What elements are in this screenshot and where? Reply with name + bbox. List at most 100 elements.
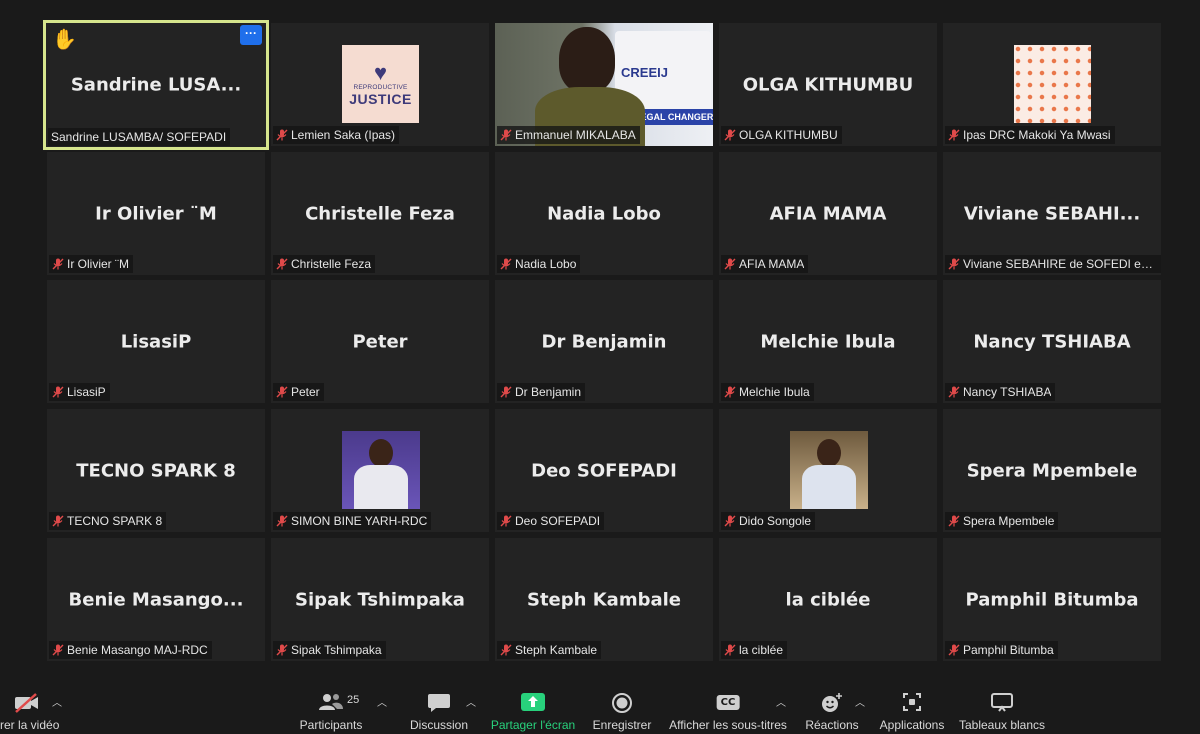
creeij-logo-text: CREEIJ xyxy=(621,65,668,80)
participant-tile[interactable]: Viviane SEBAHI... Viviane SEBAHIRE de SOF… xyxy=(943,152,1161,275)
participant-center-name: Steph Kambale xyxy=(526,589,681,610)
participant-name-tag: Viviane SEBAHIRE de SOFEDI en R... xyxy=(945,255,1161,273)
toolbar-share-screen-button[interactable]: Partager l'écran xyxy=(486,664,580,734)
toolbar-chat-button[interactable]: Discussion xyxy=(404,664,474,734)
toolbar-record-button[interactable]: Enregistrer xyxy=(587,664,657,734)
participant-name: Ipas DRC Makoki Ya Mwasi xyxy=(963,128,1111,142)
toolbar-participants-button[interactable]: 25 Participants xyxy=(296,664,366,734)
participant-tile[interactable]: CREEIJ LEGAL CHANGER Emmanuel MIKALABA xyxy=(495,23,713,146)
participant-name: Lemien Saka (Ipas) xyxy=(291,128,396,142)
participant-tile[interactable]: AFIA MAMA AFIA MAMA xyxy=(719,152,937,275)
participant-tile[interactable]: ♥ REPRODUCTIVE JUSTICE Lemien Saka (Ipas) xyxy=(271,23,489,146)
muted-mic-icon xyxy=(52,644,64,656)
participant-name: AFIA MAMA xyxy=(739,257,805,271)
participant-name: Deo SOFEPADI xyxy=(515,514,601,528)
muted-mic-icon xyxy=(276,515,288,527)
participant-tile[interactable]: Steph Kambale Steph Kambale xyxy=(495,538,713,661)
participant-tile[interactable]: Melchie Ibula Melchie Ibula xyxy=(719,280,937,403)
participant-name-tag: Dr Benjamin xyxy=(497,383,586,401)
participant-center-name: Peter xyxy=(352,331,408,352)
participant-name-tag: Sandrine LUSAMBA/ SOFEPADI xyxy=(48,128,231,146)
muted-mic-icon xyxy=(500,515,512,527)
participant-tile[interactable]: Ir Olivier ¨M Ir Olivier ¨M xyxy=(47,152,265,275)
participant-tile[interactable]: OLGA KITHUMBU OLGA KITHUMBU xyxy=(719,23,937,146)
profile-photo xyxy=(342,431,420,509)
participant-name-tag: Melchie Ibula xyxy=(721,383,814,401)
participant-center-name: AFIA MAMA xyxy=(769,203,887,224)
participant-name-tag: LisasiP xyxy=(49,383,110,401)
participant-name: Sipak Tshimpaka xyxy=(291,643,382,657)
toolbar-whiteboards-label: Tableaux blancs xyxy=(958,718,1046,732)
participant-name: SIMON BINE YARH-RDC xyxy=(291,514,428,528)
participant-tile[interactable]: Pamphil Bitumba Pamphil Bitumba xyxy=(943,538,1161,661)
participant-center-name: LisasiP xyxy=(120,331,192,352)
participant-center-name: Viviane SEBAHI... xyxy=(963,203,1141,224)
participant-tile[interactable]: Benie Masango... Benie Masango MAJ-RDC xyxy=(47,538,265,661)
participant-tile[interactable]: Nadia Lobo Nadia Lobo xyxy=(495,152,713,275)
participant-name-tag: Ipas DRC Makoki Ya Mwasi xyxy=(945,126,1115,144)
participant-name-tag: Peter xyxy=(273,383,324,401)
muted-mic-icon xyxy=(52,386,64,398)
participant-tile[interactable]: Christelle Feza Christelle Feza xyxy=(271,152,489,275)
participant-center-name: OLGA KITHUMBU xyxy=(742,74,914,95)
toolbar-captions-button[interactable]: CC Afficher les sous-titres xyxy=(664,664,792,734)
photo-person-body xyxy=(802,465,856,509)
participant-tile[interactable]: Ipas DRC Makoki Ya Mwasi xyxy=(943,23,1161,146)
participant-tile[interactable]: Nancy TSHIABA Nancy TSHIABA xyxy=(943,280,1161,403)
share-screen-icon xyxy=(520,692,546,717)
chat-icon xyxy=(427,692,451,719)
participant-tile[interactable]: Sipak Tshimpaka Sipak Tshimpaka xyxy=(271,538,489,661)
toolbar-apps-button[interactable]: Applications xyxy=(876,664,948,734)
toolbar-video-label: rer la vidéo xyxy=(0,718,60,732)
participants-count: 25 xyxy=(347,694,360,706)
participants-options-chevron-icon[interactable]: ︿ xyxy=(377,694,387,709)
participant-center-name: Nancy TSHIABA xyxy=(973,331,1131,352)
participant-tile[interactable]: Dido Songole xyxy=(719,409,937,532)
raised-hand-icon: ✋ xyxy=(52,29,77,51)
muted-mic-icon xyxy=(724,386,736,398)
participant-name: Steph Kambale xyxy=(515,643,598,657)
toolbar-apps-label: Applications xyxy=(879,718,945,732)
muted-mic-icon xyxy=(276,258,288,270)
video-grid: ✋ ··· Sandrine LUSA... Sandrine LUSAMBA/… xyxy=(0,0,1200,664)
participant-name: Nancy TSHIABA xyxy=(963,385,1052,399)
muted-mic-icon xyxy=(948,258,960,270)
participant-name: Spera Mpembele xyxy=(963,514,1055,528)
video-options-chevron-icon[interactable]: ︿ xyxy=(52,694,62,709)
reactions-options-chevron-icon[interactable]: ︿ xyxy=(855,694,865,709)
participant-tile[interactable]: SIMON BINE YARH-RDC xyxy=(271,409,489,532)
captions-options-chevron-icon[interactable]: ︿ xyxy=(776,694,786,709)
participant-name-tag: Sipak Tshimpaka xyxy=(273,641,386,659)
participant-name: Peter xyxy=(291,385,320,399)
participant-tile[interactable]: la ciblée la ciblée xyxy=(719,538,937,661)
ipas-pattern-logo xyxy=(1014,45,1091,123)
photo-person-body xyxy=(354,465,408,509)
toolbar-whiteboards-button[interactable]: Tableaux blancs xyxy=(956,664,1048,734)
participant-tile[interactable]: Deo SOFEPADI Deo SOFEPADI xyxy=(495,409,713,532)
captions-icon: CC xyxy=(716,692,740,710)
muted-mic-icon xyxy=(276,386,288,398)
meeting-toolbar: rer la vidéo ︿ 25 Participants ︿ Discuss… xyxy=(0,664,1200,734)
muted-mic-icon xyxy=(276,644,288,656)
participant-name-tag: AFIA MAMA xyxy=(721,255,809,273)
participant-tile-active[interactable]: ✋ ··· Sandrine LUSA... Sandrine LUSAMBA/… xyxy=(43,20,269,150)
more-options-button[interactable]: ··· xyxy=(240,25,262,45)
participant-center-name: Sipak Tshimpaka xyxy=(295,589,465,610)
muted-mic-icon xyxy=(500,644,512,656)
reactions-icon xyxy=(820,692,844,719)
logo-text-line2: JUSTICE xyxy=(349,90,412,107)
participant-name-tag: Spera Mpembele xyxy=(945,512,1059,530)
muted-mic-icon xyxy=(724,129,736,141)
muted-mic-icon xyxy=(948,386,960,398)
participant-center-name: Pamphil Bitumba xyxy=(965,589,1139,610)
participant-name: Viviane SEBAHIRE de SOFEDI en R... xyxy=(963,257,1158,271)
participant-name-tag: Ir Olivier ¨M xyxy=(49,255,133,273)
participant-tile[interactable]: LisasiP LisasiP xyxy=(47,280,265,403)
participant-tile[interactable]: TECNO SPARK 8 TECNO SPARK 8 xyxy=(47,409,265,532)
participant-center-name: Spera Mpembele xyxy=(966,460,1138,481)
chat-options-chevron-icon[interactable]: ︿ xyxy=(466,694,476,709)
participant-name: Ir Olivier ¨M xyxy=(67,257,129,271)
participant-tile[interactable]: Dr Benjamin Dr Benjamin xyxy=(495,280,713,403)
participant-tile[interactable]: Spera Mpembele Spera Mpembele xyxy=(943,409,1161,532)
participant-tile[interactable]: Peter Peter xyxy=(271,280,489,403)
